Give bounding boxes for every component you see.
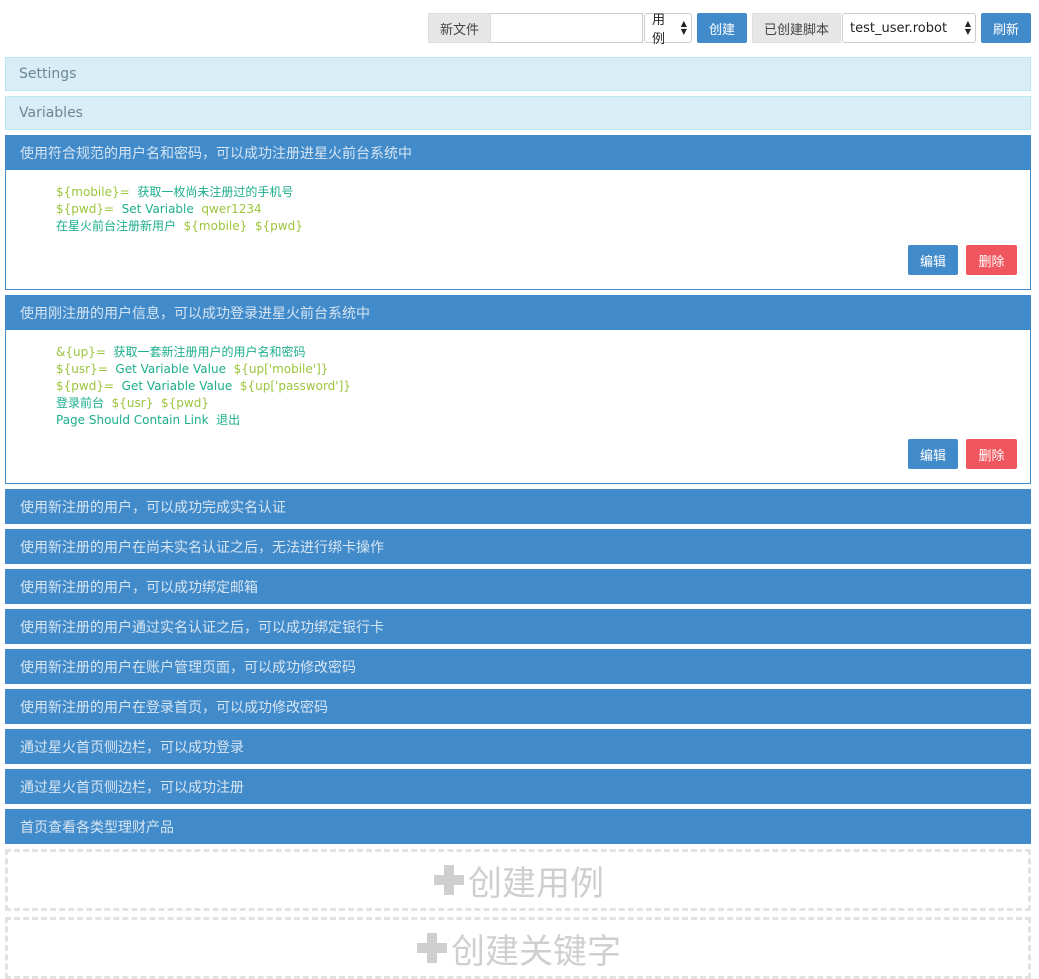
collapsed-test-case: 使用新注册的用户，可以成功完成实名认证 bbox=[5, 489, 1031, 524]
collapsed-test-case: 使用新注册的用户通过实名认证之后，可以成功绑定银行卡 bbox=[5, 609, 1031, 644]
step-line: ${pwd}= Get Variable Value ${up['passwor… bbox=[56, 378, 1030, 395]
test-case: 使用符合规范的用户名和密码，可以成功注册进星火前台系统中 ${mobile}= 获… bbox=[5, 135, 1031, 290]
case-actions: 编辑 删除 bbox=[6, 429, 1030, 483]
collapsed-test-case: 首页查看各类型理财产品 bbox=[5, 809, 1031, 844]
delete-button[interactable]: 删除 bbox=[966, 439, 1017, 469]
test-case-title[interactable]: 使用新注册的用户在账户管理页面，可以成功修改密码 bbox=[5, 649, 1031, 684]
step-line: ${pwd}= Set Variable qwer1234 bbox=[56, 201, 1030, 218]
toolbar: 新文件 用例 ▲ ▼ 创建 已创建脚本 test_user.robot ▲ ▼ 刷新 bbox=[427, 13, 1031, 47]
step-variable: &{up}= bbox=[56, 345, 106, 359]
collapsed-test-case: 使用新注册的用户在尚未实名认证之后，无法进行绑卡操作 bbox=[5, 529, 1031, 564]
collapsed-test-case: 使用新注册的用户，可以成功绑定邮箱 bbox=[5, 569, 1031, 604]
step-line: 登录前台 ${usr} ${pwd} bbox=[56, 395, 1030, 412]
step-argument: qwer1234 bbox=[201, 202, 262, 216]
edit-button[interactable]: 编辑 bbox=[908, 439, 958, 469]
step-keyword: Page Should Contain Link bbox=[56, 413, 209, 427]
step-line: ${usr}= Get Variable Value ${up['mobile'… bbox=[56, 361, 1030, 378]
create-case-label: 创建用例 bbox=[468, 863, 604, 904]
step-keyword: 获取一枚尚未注册过的手机号 bbox=[137, 185, 294, 199]
edit-button[interactable]: 编辑 bbox=[908, 245, 958, 275]
step-variable: ${usr}= bbox=[56, 362, 108, 376]
step-argument: ${pwd} bbox=[254, 219, 303, 233]
type-select-value: 用例 bbox=[651, 13, 665, 47]
collapsed-test-case: 通过星火首页侧边栏，可以成功注册 bbox=[5, 769, 1031, 804]
new-file-label: 新文件 bbox=[427, 13, 491, 43]
step-argument: ${usr} bbox=[111, 396, 154, 410]
collapsed-test-case: 使用新注册的用户在账户管理页面，可以成功修改密码 bbox=[5, 649, 1031, 684]
refresh-button[interactable]: 刷新 bbox=[980, 13, 1031, 43]
test-case-title[interactable]: 使用刚注册的用户信息，可以成功登录进星火前台系统中 bbox=[5, 295, 1031, 330]
step-keyword: 登录前台 bbox=[56, 396, 105, 410]
step-variable: ${pwd}= bbox=[56, 202, 115, 216]
test-case-title[interactable]: 使用新注册的用户在尚未实名认证之后，无法进行绑卡操作 bbox=[5, 529, 1031, 564]
test-case-title[interactable]: 使用新注册的用户通过实名认证之后，可以成功绑定银行卡 bbox=[5, 609, 1031, 644]
plus-icon bbox=[432, 863, 466, 897]
plus-icon bbox=[415, 931, 449, 965]
step-line: &{up}= 获取一套新注册用户的用户名和密码 bbox=[56, 344, 1030, 361]
script-select[interactable]: test_user.robot ▲ ▼ bbox=[841, 13, 976, 43]
create-keyword-label: 创建关键字 bbox=[451, 931, 621, 972]
test-case-body: ${mobile}= 获取一枚尚未注册过的手机号 ${pwd}= Set Vari… bbox=[5, 170, 1031, 290]
test-case-title[interactable]: 使用新注册的用户，可以成功完成实名认证 bbox=[5, 489, 1031, 524]
step-keyword: 退出 bbox=[216, 413, 241, 427]
test-case: 使用刚注册的用户信息，可以成功登录进星火前台系统中 &{up}= 获取一套新注册用… bbox=[5, 295, 1031, 484]
test-suite-panels: Settings Variables 使用符合规范的用户名和密码，可以成功注册进… bbox=[5, 57, 1031, 979]
test-case-title[interactable]: 使用新注册的用户，可以成功绑定邮箱 bbox=[5, 569, 1031, 604]
step-line: Page Should Contain Link 退出 bbox=[56, 412, 1030, 429]
test-case-title[interactable]: 通过星火首页侧边栏，可以成功注册 bbox=[5, 769, 1031, 804]
case-actions: 编辑 删除 bbox=[6, 235, 1030, 289]
settings-section[interactable]: Settings bbox=[5, 57, 1031, 91]
step-keyword: Get Variable Value bbox=[121, 379, 233, 393]
step-line: 在星火前台注册新用户 ${mobile} ${pwd} bbox=[56, 218, 1030, 235]
step-list: &{up}= 获取一套新注册用户的用户名和密码 ${usr}= Get Varia… bbox=[6, 330, 1030, 429]
create-keyword-button[interactable]: 创建关键字 bbox=[5, 917, 1031, 979]
test-case-title[interactable]: 使用新注册的用户在登录首页，可以成功修改密码 bbox=[5, 689, 1031, 724]
select-arrows-icon: ▲ ▼ bbox=[680, 19, 687, 36]
collapsed-test-case: 使用新注册的用户在登录首页，可以成功修改密码 bbox=[5, 689, 1031, 724]
step-keyword: Get Variable Value bbox=[115, 362, 226, 376]
type-select[interactable]: 用例 ▲ ▼ bbox=[643, 13, 692, 47]
step-keyword: 在星火前台注册新用户 bbox=[56, 219, 177, 233]
step-line: ${mobile}= 获取一枚尚未注册过的手机号 bbox=[56, 184, 1030, 201]
step-list: ${mobile}= 获取一枚尚未注册过的手机号 ${pwd}= Set Vari… bbox=[6, 170, 1030, 235]
step-variable: ${pwd}= bbox=[56, 379, 115, 393]
step-argument: ${pwd} bbox=[161, 396, 209, 410]
step-argument: ${mobile} bbox=[183, 219, 248, 233]
create-button[interactable]: 创建 bbox=[696, 13, 747, 43]
step-argument: ${up['password']} bbox=[239, 379, 351, 393]
script-select-value: test_user.robot bbox=[849, 20, 948, 36]
select-arrows-icon: ▲ ▼ bbox=[964, 19, 971, 36]
step-keyword: Set Variable bbox=[121, 202, 194, 216]
step-keyword: 获取一套新注册用户的用户名和密码 bbox=[113, 345, 306, 359]
step-variable: ${mobile}= bbox=[56, 185, 130, 199]
collapsed-test-case: 通过星火首页侧边栏，可以成功登录 bbox=[5, 729, 1031, 764]
test-case-title[interactable]: 使用符合规范的用户名和密码，可以成功注册进星火前台系统中 bbox=[5, 135, 1031, 170]
step-argument: ${up['mobile']} bbox=[233, 362, 329, 376]
test-case-title[interactable]: 通过星火首页侧边栏，可以成功登录 bbox=[5, 729, 1031, 764]
created-scripts-label: 已创建脚本 bbox=[751, 13, 841, 43]
variables-section[interactable]: Variables bbox=[5, 96, 1031, 130]
test-case-body: &{up}= 获取一套新注册用户的用户名和密码 ${usr}= Get Varia… bbox=[5, 330, 1031, 484]
create-case-button[interactable]: 创建用例 bbox=[5, 849, 1031, 911]
test-case-title[interactable]: 首页查看各类型理财产品 bbox=[5, 809, 1031, 844]
delete-button[interactable]: 删除 bbox=[966, 245, 1017, 275]
new-file-input[interactable] bbox=[490, 13, 643, 43]
